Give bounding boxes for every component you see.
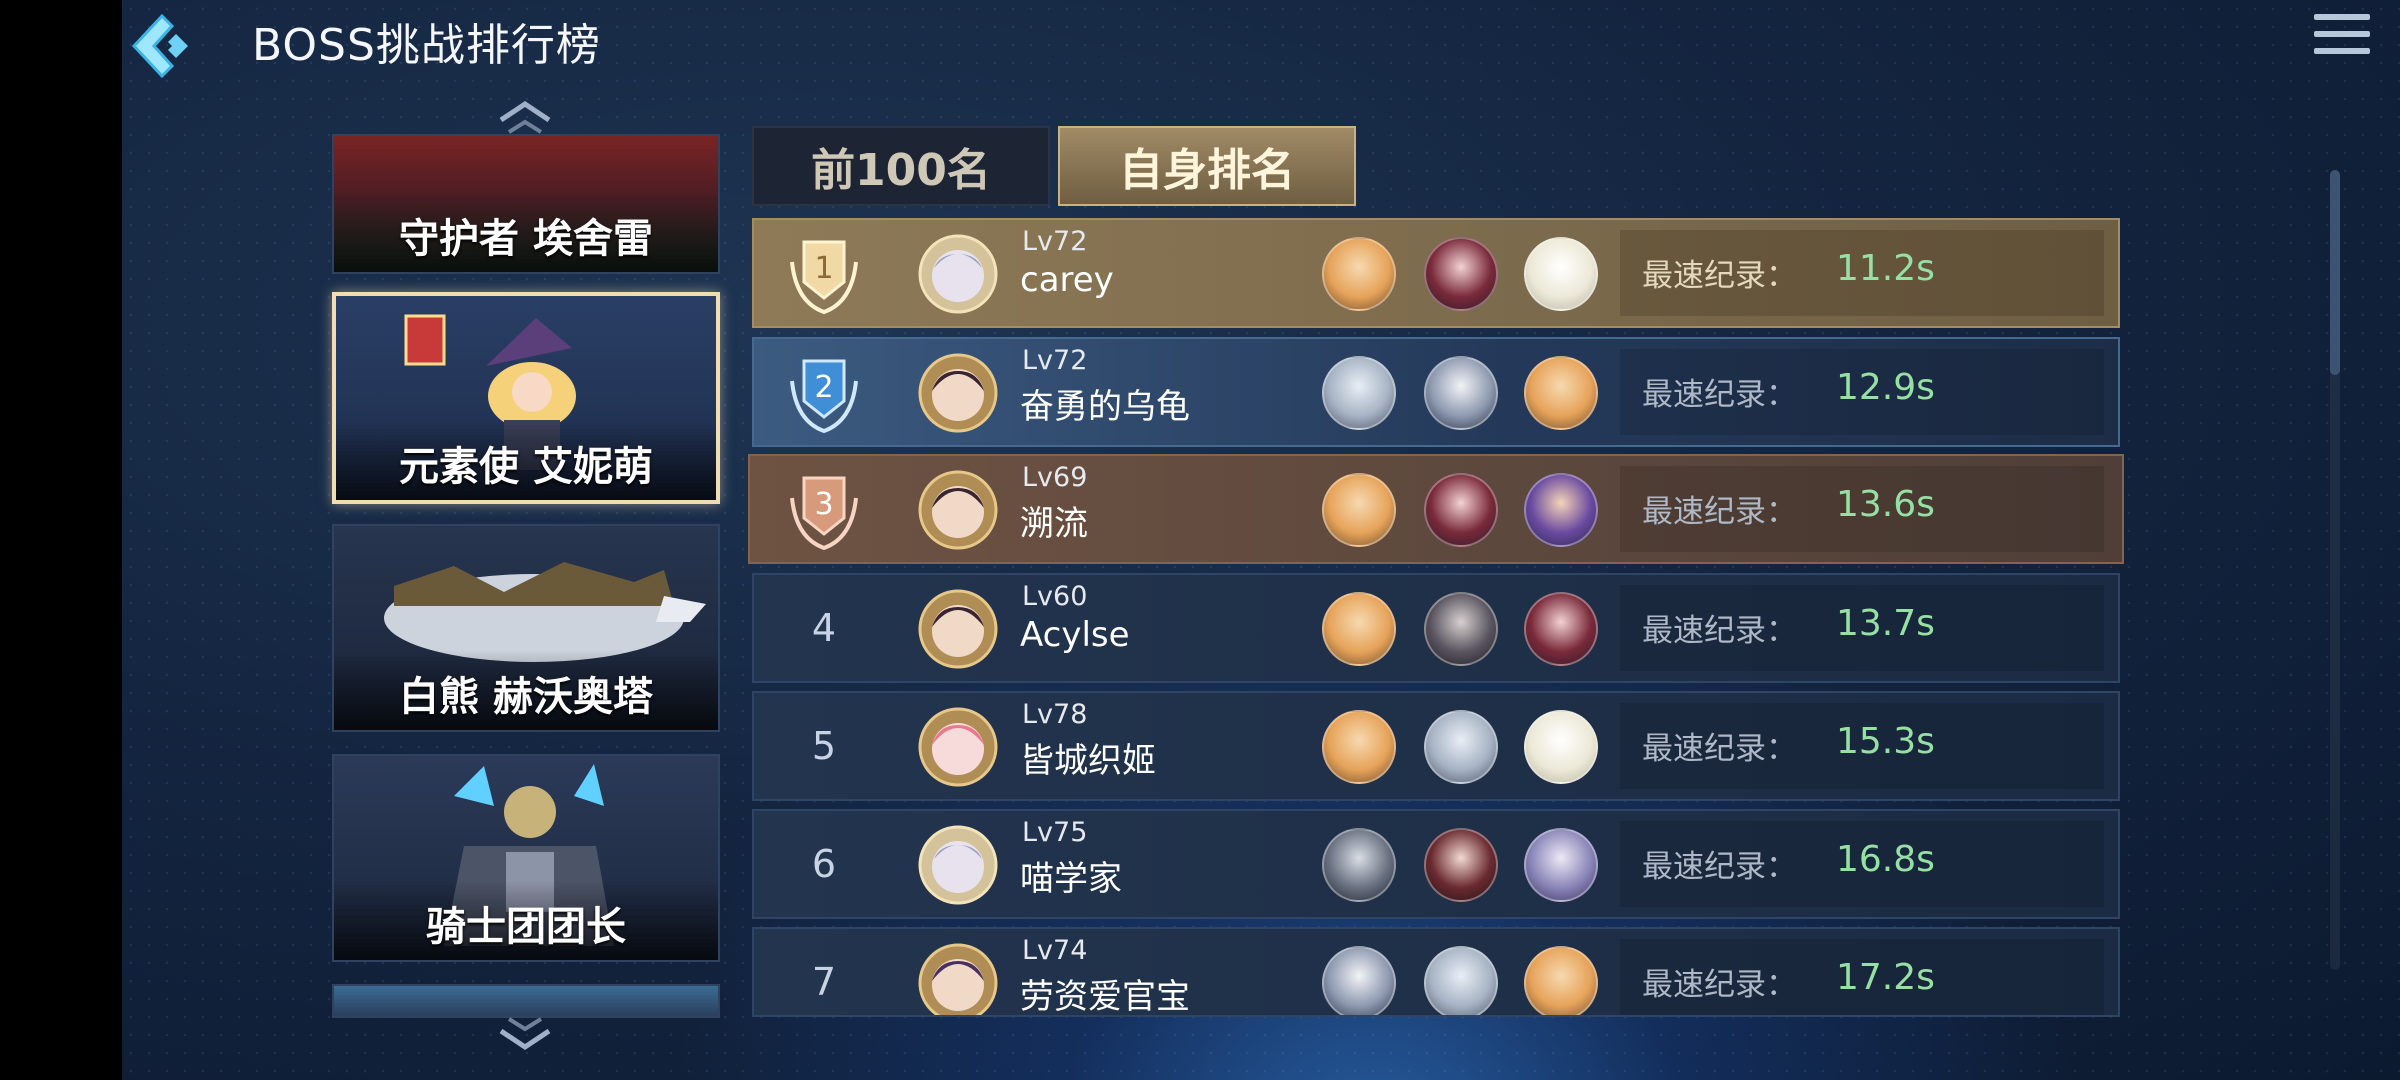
ranking-row[interactable]: 6 Lv75 喵学家 最速纪录： 16.8s — [752, 809, 2120, 919]
record-time: 17.2s — [1836, 957, 1935, 998]
player-level: Lv74 — [1022, 935, 1088, 966]
team-member-avatar — [1424, 237, 1498, 311]
team-member-avatar — [1322, 946, 1396, 1015]
team-member-avatar — [1322, 237, 1396, 311]
record-label: 最速纪录： — [1642, 849, 1797, 885]
player-avatar — [918, 707, 998, 787]
player-avatar — [918, 825, 998, 905]
record-label: 最速纪录： — [1642, 377, 1797, 413]
player-level: Lv60 — [1022, 581, 1088, 612]
team-member-avatar — [1322, 356, 1396, 430]
record-label: 最速纪录： — [1642, 613, 1797, 649]
chevron-up-icon[interactable] — [495, 100, 555, 136]
ranking-row[interactable]: 7 Lv74 劳资爱官宝 最速纪录： 17.2s — [752, 927, 2120, 1017]
menu-button[interactable] — [2314, 14, 2370, 66]
team-member-avatar — [1524, 473, 1598, 547]
boss-name: 骑士团团长 — [426, 904, 626, 950]
record-time: 12.9s — [1836, 367, 1935, 408]
team-member-avatar — [1524, 237, 1598, 311]
player-name: 劳资爱官宝 — [1020, 977, 1190, 1017]
record-label: 最速纪录： — [1642, 494, 1797, 530]
player-avatar — [918, 353, 998, 433]
ranking-row[interactable]: 4 Lv60 Acylse 最速纪录： 13.7s — [752, 573, 2120, 683]
player-level: Lv75 — [1022, 817, 1088, 848]
team-member-avatar — [1524, 828, 1598, 902]
rank-number: 7 — [811, 960, 837, 1004]
rank-silver-badge-icon: 2 — [790, 359, 858, 434]
team-member-avatar — [1424, 356, 1498, 430]
team-member-avatar — [1524, 356, 1598, 430]
ranking-row[interactable]: 5 Lv78 皆城织姬 最速纪录： 15.3s — [752, 691, 2120, 801]
record-label: 最速纪录： — [1642, 967, 1797, 1003]
record-label: 最速纪录： — [1642, 731, 1797, 767]
rank-number: 4 — [811, 606, 837, 650]
team-member-avatar — [1322, 473, 1396, 547]
back-arrow-icon — [131, 13, 188, 79]
rank-gold-badge-icon: 1 — [790, 240, 858, 315]
player-name: 奋勇的乌龟 — [1020, 387, 1190, 427]
record-time: 11.2s — [1836, 248, 1935, 289]
player-level: Lv69 — [1022, 462, 1088, 493]
hamburger-menu-icon — [2314, 14, 2370, 20]
team-member-avatar — [1524, 946, 1598, 1015]
player-name: carey — [1020, 260, 1114, 300]
team-member-avatar — [1322, 828, 1396, 902]
tab-top100[interactable]: 前100名 — [752, 126, 1050, 206]
player-name: 溯流 — [1020, 504, 1088, 544]
record-time: 15.3s — [1836, 721, 1935, 762]
svg-text:2: 2 — [814, 370, 833, 405]
back-button[interactable] — [128, 12, 196, 80]
boss-name: 白熊 赫沃奥塔 — [399, 674, 653, 720]
boss-card[interactable]: 守护者 埃舍雷 — [332, 134, 720, 274]
player-level: Lv78 — [1022, 699, 1088, 730]
team-member-avatar — [1524, 592, 1598, 666]
chevron-down-icon[interactable] — [495, 1015, 555, 1051]
player-name: 皆城织姬 — [1020, 741, 1156, 781]
team-member-avatar — [1424, 710, 1498, 784]
boss-card[interactable]: 骑士团团长 — [332, 754, 720, 962]
player-avatar — [918, 943, 998, 1015]
ranking-row[interactable]: 2 Lv72 奋勇的乌龟 最速纪录： 12.9s — [752, 337, 2120, 447]
team-member-avatar — [1424, 473, 1498, 547]
scrollbar-thumb[interactable] — [2330, 170, 2340, 375]
boss-name: 守护者 埃舍雷 — [399, 216, 653, 262]
team-member-avatar — [1424, 592, 1498, 666]
record-time: 16.8s — [1836, 839, 1935, 880]
boss-card[interactable]: 白熊 赫沃奥塔 — [332, 524, 720, 732]
rank-bronze-badge-icon: 3 — [790, 476, 858, 551]
record-time: 13.7s — [1836, 603, 1935, 644]
player-level: Lv72 — [1022, 345, 1088, 376]
rank-number: 5 — [811, 724, 837, 768]
tab-self-rank[interactable]: 自身排名 — [1058, 126, 1356, 206]
player-level: Lv72 — [1022, 226, 1088, 257]
boss-card-selected[interactable]: 元素使 艾妮萌 — [332, 292, 720, 504]
page-title: BOSS挑战排行榜 — [252, 20, 601, 71]
team-member-avatar — [1424, 828, 1498, 902]
team-member-avatar — [1322, 592, 1396, 666]
player-name: Acylse — [1020, 615, 1130, 655]
ranking-row[interactable]: 3 Lv69 溯流 最速纪录： 13.6s — [748, 454, 2124, 564]
ranking-row[interactable]: 1 Lv72 carey 最速纪录： 11.2s — [752, 218, 2120, 328]
team-member-avatar — [1322, 710, 1396, 784]
player-avatar — [918, 589, 998, 669]
svg-text:3: 3 — [814, 487, 833, 522]
boss-card-partial[interactable] — [332, 984, 720, 1018]
rank-number: 6 — [811, 842, 837, 886]
record-label: 最速纪录： — [1642, 258, 1797, 294]
team-member-avatar — [1424, 946, 1498, 1015]
svg-text:1: 1 — [814, 251, 833, 286]
player-avatar — [918, 234, 998, 314]
record-time: 13.6s — [1836, 484, 1935, 525]
team-member-avatar — [1524, 710, 1598, 784]
player-avatar — [918, 470, 998, 550]
player-name: 喵学家 — [1020, 859, 1122, 899]
boss-name: 元素使 艾妮萌 — [399, 444, 653, 490]
